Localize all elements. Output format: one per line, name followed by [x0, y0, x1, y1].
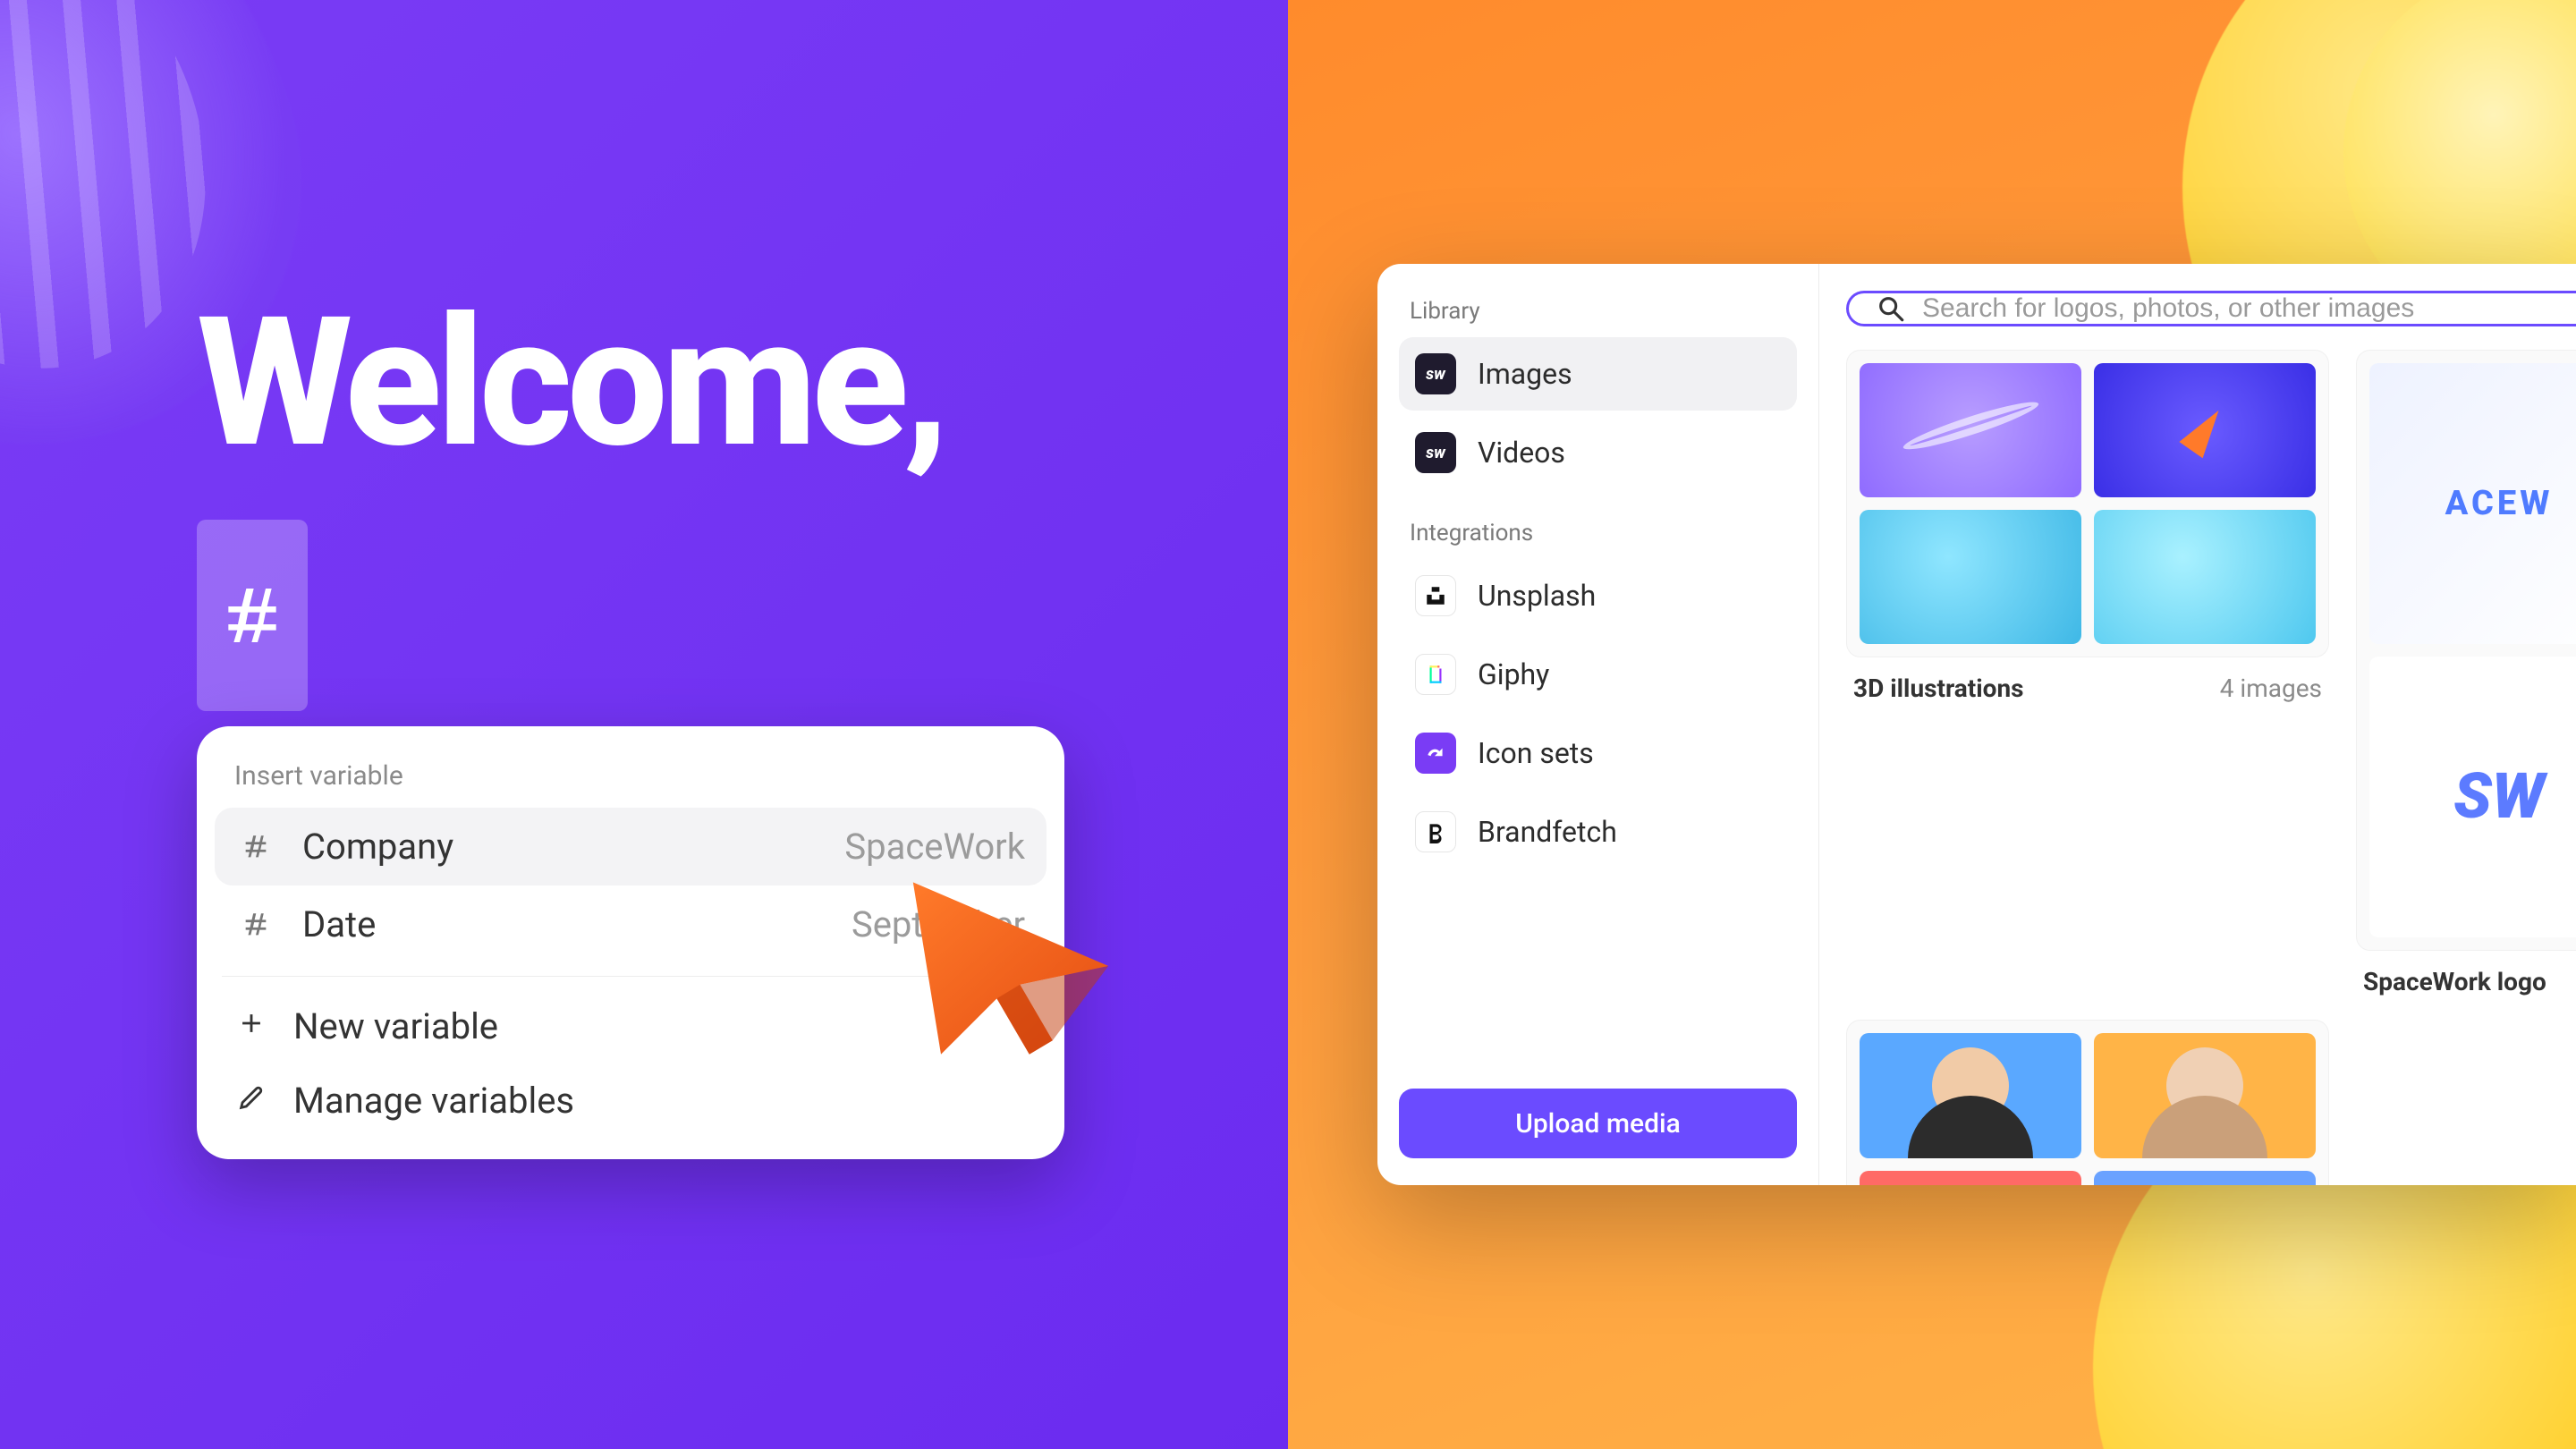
thumb-globe — [1860, 510, 2081, 644]
plus-icon — [236, 1005, 267, 1047]
sidebar-item-giphy[interactable]: Giphy — [1399, 638, 1797, 711]
thumb-logo: ACEW — [2369, 363, 2576, 644]
thumb-compass — [2094, 363, 2316, 497]
manage-variables-action[interactable]: Manage variables — [215, 1063, 1046, 1138]
gallery-row-1: 3D illustrations 4 images ACEW SW — [1846, 350, 2576, 996]
welcome-block: Welcome, — [197, 277, 945, 711]
thumb-member-2 — [2094, 1033, 2316, 1158]
album-meta: 3D illustrations 4 images — [1846, 657, 2329, 703]
upload-media-button[interactable]: Upload media — [1399, 1089, 1797, 1158]
thumb-logo-mark: SW — [2369, 657, 2576, 937]
sw-badge-icon: sw — [1415, 432, 1456, 473]
library-sidebar: Library sw Images sw Videos Integrations… — [1377, 264, 1819, 1185]
right-panel: Library sw Images sw Videos Integrations… — [1288, 0, 2576, 1449]
hash-icon — [216, 562, 288, 669]
library-main: 3D illustrations 4 images ACEW SW — [1819, 264, 2576, 1185]
variable-value: SpaceWork — [844, 826, 1025, 868]
iconsets-icon — [1415, 733, 1456, 774]
library-panel: Library sw Images sw Videos Integrations… — [1377, 264, 2576, 1185]
sidebar-item-label: Brandfetch — [1478, 815, 1617, 849]
sidebar-item-label: Giphy — [1478, 657, 1549, 691]
cursor-3d-icon — [894, 868, 1127, 1064]
variable-name: Company — [302, 826, 453, 868]
search-icon — [1876, 293, 1906, 324]
album-3d-illustrations[interactable] — [1846, 350, 2329, 657]
search-input[interactable] — [1922, 293, 2549, 324]
sw-badge-icon: sw — [1415, 353, 1456, 394]
thumb-member-4 — [2094, 1171, 2316, 1185]
giphy-icon — [1415, 654, 1456, 695]
action-label: Manage variables — [293, 1080, 574, 1122]
variable-name: Date — [302, 903, 376, 945]
sidebar-item-label: Icon sets — [1478, 736, 1594, 770]
thumb-sphere — [2094, 510, 2316, 644]
album-meta: SpaceWork logo — [2356, 951, 2576, 996]
thumb-member-1 — [1860, 1033, 2081, 1158]
sidebar-item-label: Images — [1478, 357, 1572, 391]
gallery-row-2: Team members 6 images — [1846, 1020, 2576, 1185]
sidebar-item-iconsets[interactable]: Icon sets — [1399, 716, 1797, 790]
section-label-library: Library — [1399, 291, 1797, 337]
album-title: SpaceWork logo — [2363, 967, 2546, 996]
album-team-members[interactable] — [1846, 1020, 2329, 1185]
sidebar-item-brandfetch[interactable]: Brandfetch — [1399, 795, 1797, 869]
unsplash-icon — [1415, 575, 1456, 616]
thumb-member-3 — [1860, 1171, 2081, 1185]
search-field[interactable] — [1846, 291, 2576, 326]
hash-icon — [236, 827, 275, 867]
welcome-title: Welcome, — [197, 277, 945, 487]
action-label: New variable — [293, 1005, 498, 1047]
album-title: 3D illustrations — [1853, 674, 2024, 703]
left-panel: Welcome, Insert variable Company SpaceWo… — [0, 0, 1288, 1449]
album-spacework-logo[interactable]: ACEW SW — [2356, 350, 2576, 951]
button-label: Upload media — [1515, 1108, 1681, 1140]
sidebar-item-label: Unsplash — [1478, 579, 1596, 613]
thumb-planet — [1860, 363, 2081, 497]
pencil-icon — [236, 1080, 267, 1122]
hash-icon — [236, 905, 275, 945]
sidebar-item-videos[interactable]: sw Videos — [1399, 416, 1797, 489]
album-count: 4 images — [2220, 674, 2322, 703]
sidebar-item-unsplash[interactable]: Unsplash — [1399, 559, 1797, 632]
variable-placeholder-chip[interactable] — [197, 520, 308, 711]
sidebar-item-images[interactable]: sw Images — [1399, 337, 1797, 411]
section-label-integrations: Integrations — [1399, 513, 1797, 559]
sidebar-item-label: Videos — [1478, 436, 1565, 470]
brandfetch-icon — [1415, 811, 1456, 852]
popover-header: Insert variable — [215, 748, 1046, 808]
